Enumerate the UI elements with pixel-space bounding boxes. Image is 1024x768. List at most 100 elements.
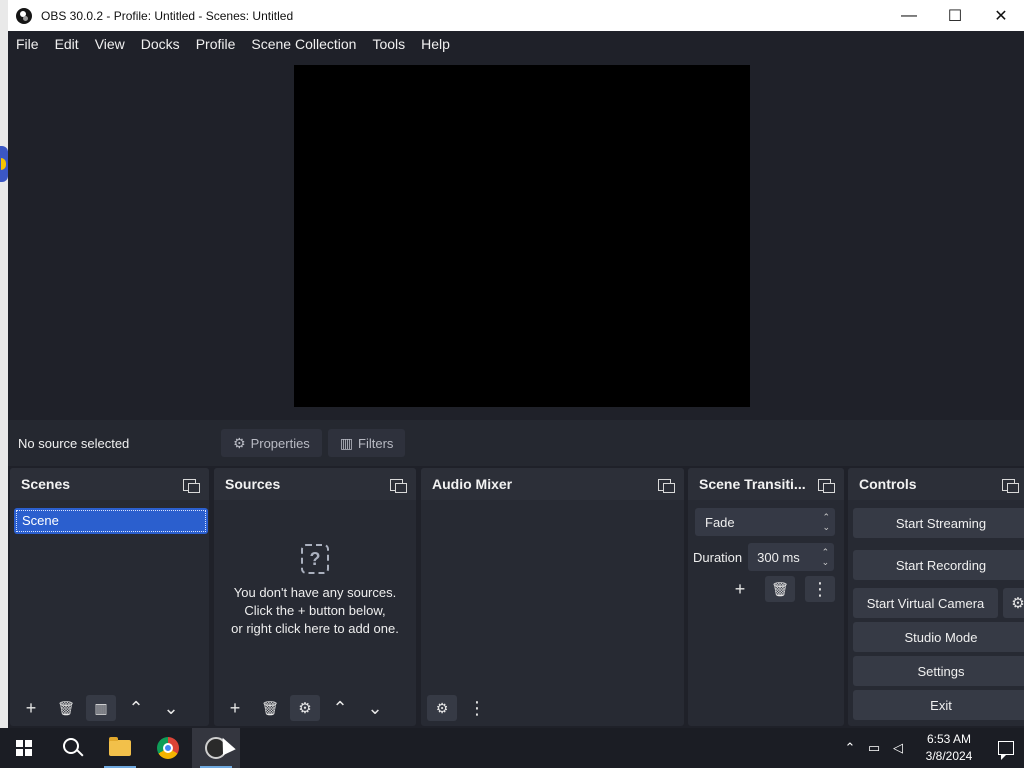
menu-tools[interactable]: Tools xyxy=(364,31,413,57)
scene-item-label: Scene xyxy=(16,510,206,532)
start-button[interactable] xyxy=(0,728,48,768)
add-source-button[interactable]: + xyxy=(220,695,250,721)
controls-dock-title: Controls xyxy=(859,476,917,492)
clock-time: 6:53 AM xyxy=(926,732,972,746)
empty-line-3: or right click here to add one. xyxy=(231,621,399,636)
sources-list[interactable]: ? You don't have any sources. Click the … xyxy=(214,500,416,690)
undock-icon[interactable] xyxy=(818,477,835,493)
source-status: No source selected xyxy=(18,435,130,451)
scenes-dock-title: Scenes xyxy=(21,476,71,492)
settings-button[interactable]: Settings xyxy=(853,656,1024,686)
move-source-up-button[interactable]: ⌃ xyxy=(325,695,355,721)
audio-mixer-dock-title: Audio Mixer xyxy=(432,476,513,492)
taskbar-chrome[interactable] xyxy=(144,728,192,768)
duration-spinbox[interactable]: 300 ms ⌃ ⌄ xyxy=(748,543,835,571)
folder-icon xyxy=(109,737,131,756)
move-scene-up-button[interactable]: ⌃ xyxy=(121,695,151,721)
menu-edit[interactable]: Edit xyxy=(47,31,87,57)
audio-mixer-body xyxy=(421,500,684,690)
filters-label: Filters xyxy=(358,435,394,451)
maximize-button[interactable]: ☐ xyxy=(932,0,978,31)
undock-icon[interactable] xyxy=(1002,477,1019,493)
menu-file[interactable]: File xyxy=(8,31,47,57)
gear-icon: ⚙ xyxy=(233,434,246,451)
scene-list-item[interactable]: Scene xyxy=(14,508,208,534)
search-button[interactable] xyxy=(48,728,96,768)
move-scene-down-button[interactable]: ⌄ xyxy=(156,695,186,721)
add-scene-button[interactable]: + xyxy=(16,695,46,721)
menu-profile[interactable]: Profile xyxy=(188,31,244,57)
move-source-down-button[interactable]: ⌄ xyxy=(360,695,390,721)
scenes-dock-header: Scenes xyxy=(10,468,209,500)
scenes-list: Scene xyxy=(10,500,209,690)
duration-row: Duration 300 ms ⌃ ⌄ xyxy=(693,543,835,571)
taskbar: ⌃ ▭ ◁ 6:53 AM 3/8/2024 xyxy=(0,728,1024,768)
audio-mixer-dock-header: Audio Mixer xyxy=(421,468,684,500)
empty-line-1: You don't have any sources. xyxy=(233,585,397,600)
obs-window: OBS 30.0.2 - Profile: Untitled - Scenes:… xyxy=(8,0,1024,728)
audio-mixer-dock: Audio Mixer ⚙ ⋮ xyxy=(421,468,684,726)
sources-dock-header: Sources xyxy=(214,468,416,500)
notifications-button[interactable] xyxy=(988,728,1024,768)
window-title: OBS 30.0.2 - Profile: Untitled - Scenes:… xyxy=(41,8,294,23)
add-transition-button[interactable]: + xyxy=(725,576,755,602)
controls-dock: Controls Start Streaming Start Recording… xyxy=(848,468,1024,726)
transition-properties-button[interactable]: ⋮ xyxy=(805,576,835,602)
duration-value: 300 ms xyxy=(757,549,800,565)
network-icon[interactable]: ▭ xyxy=(862,728,886,768)
title-bar[interactable]: OBS 30.0.2 - Profile: Untitled - Scenes:… xyxy=(8,0,1024,31)
start-recording-button[interactable]: Start Recording xyxy=(853,550,1024,580)
show-hidden-icons-button[interactable]: ⌃ xyxy=(838,728,862,768)
menu-scene-collection[interactable]: Scene Collection xyxy=(243,31,364,57)
exit-button[interactable]: Exit xyxy=(853,690,1024,720)
transitions-dock-title: Scene Transiti... xyxy=(699,476,806,492)
volume-muted-icon[interactable]: ◁ xyxy=(886,728,910,768)
undock-icon[interactable] xyxy=(183,477,200,493)
filter-icon: ▥ xyxy=(339,434,354,451)
clock-date: 3/8/2024 xyxy=(925,749,973,763)
filters-button[interactable]: ▥ Filters xyxy=(327,429,406,457)
scene-filters-button[interactable]: ▥ xyxy=(86,695,116,721)
undock-icon[interactable] xyxy=(390,477,407,493)
source-context-bar: No source selected ⚙ Properties ▥ Filter… xyxy=(8,420,1024,466)
start-streaming-button[interactable]: Start Streaming xyxy=(853,508,1024,538)
minimize-button[interactable]: — xyxy=(886,0,932,31)
preview-canvas[interactable] xyxy=(294,65,750,407)
menu-view[interactable]: View xyxy=(87,31,133,57)
source-properties-button[interactable]: ⚙ xyxy=(290,695,320,721)
duration-label: Duration xyxy=(693,549,743,565)
advanced-audio-properties-button[interactable]: ⚙ xyxy=(427,695,457,721)
scenes-dock: Scenes Scene + 🗑 ▥ ⌃ ⌄ xyxy=(10,468,209,726)
properties-button[interactable]: ⚙ Properties xyxy=(221,429,322,457)
notification-icon xyxy=(998,741,1014,760)
search-icon xyxy=(62,738,79,754)
menu-help[interactable]: Help xyxy=(413,31,458,57)
virtual-camera-settings-button[interactable]: ⚙ xyxy=(1003,588,1024,618)
menu-bar: File Edit View Docks Profile Scene Colle… xyxy=(8,31,1024,57)
sources-dock: Sources ? You don't have any sources. Cl… xyxy=(214,468,416,726)
studio-mode-button[interactable]: Studio Mode xyxy=(853,622,1024,652)
stepper-icon[interactable]: ⌃ ⌄ xyxy=(822,547,830,567)
audio-mixer-menu-button[interactable]: ⋮ xyxy=(462,695,492,721)
remove-scene-button[interactable]: 🗑 xyxy=(51,695,81,721)
transition-select[interactable]: Fade ⌃ ⌄ xyxy=(695,508,835,536)
sources-dock-title: Sources xyxy=(225,476,281,492)
remove-source-button[interactable]: 🗑 xyxy=(255,695,285,721)
audio-mixer-toolbar: ⚙ ⋮ xyxy=(421,690,684,726)
transition-tools: + 🗑 ⋮ xyxy=(725,576,845,602)
start-virtual-camera-button[interactable]: Start Virtual Camera xyxy=(853,588,998,618)
obs-app-icon xyxy=(16,7,32,24)
undock-icon[interactable] xyxy=(658,477,675,493)
empty-sources-message: ? You don't have any sources. Click the … xyxy=(214,544,416,638)
windows-logo-icon xyxy=(16,740,32,756)
scene-transitions-dock: Scene Transiti... Fade ⌃ ⌄ Duration 300 m… xyxy=(688,468,844,726)
empty-line-2: Click the + button below, xyxy=(244,603,386,618)
menu-docks[interactable]: Docks xyxy=(133,31,188,57)
taskbar-clock[interactable]: 6:53 AM 3/8/2024 xyxy=(910,731,988,765)
close-button[interactable]: ✕ xyxy=(978,0,1024,31)
remove-transition-button[interactable]: 🗑 xyxy=(765,576,795,602)
filter-icon: ▥ xyxy=(94,699,108,716)
controls-dock-header: Controls xyxy=(848,468,1024,500)
controls-body: Start Streaming Start Recording Start Vi… xyxy=(848,500,1024,726)
taskbar-file-explorer[interactable] xyxy=(96,728,144,768)
